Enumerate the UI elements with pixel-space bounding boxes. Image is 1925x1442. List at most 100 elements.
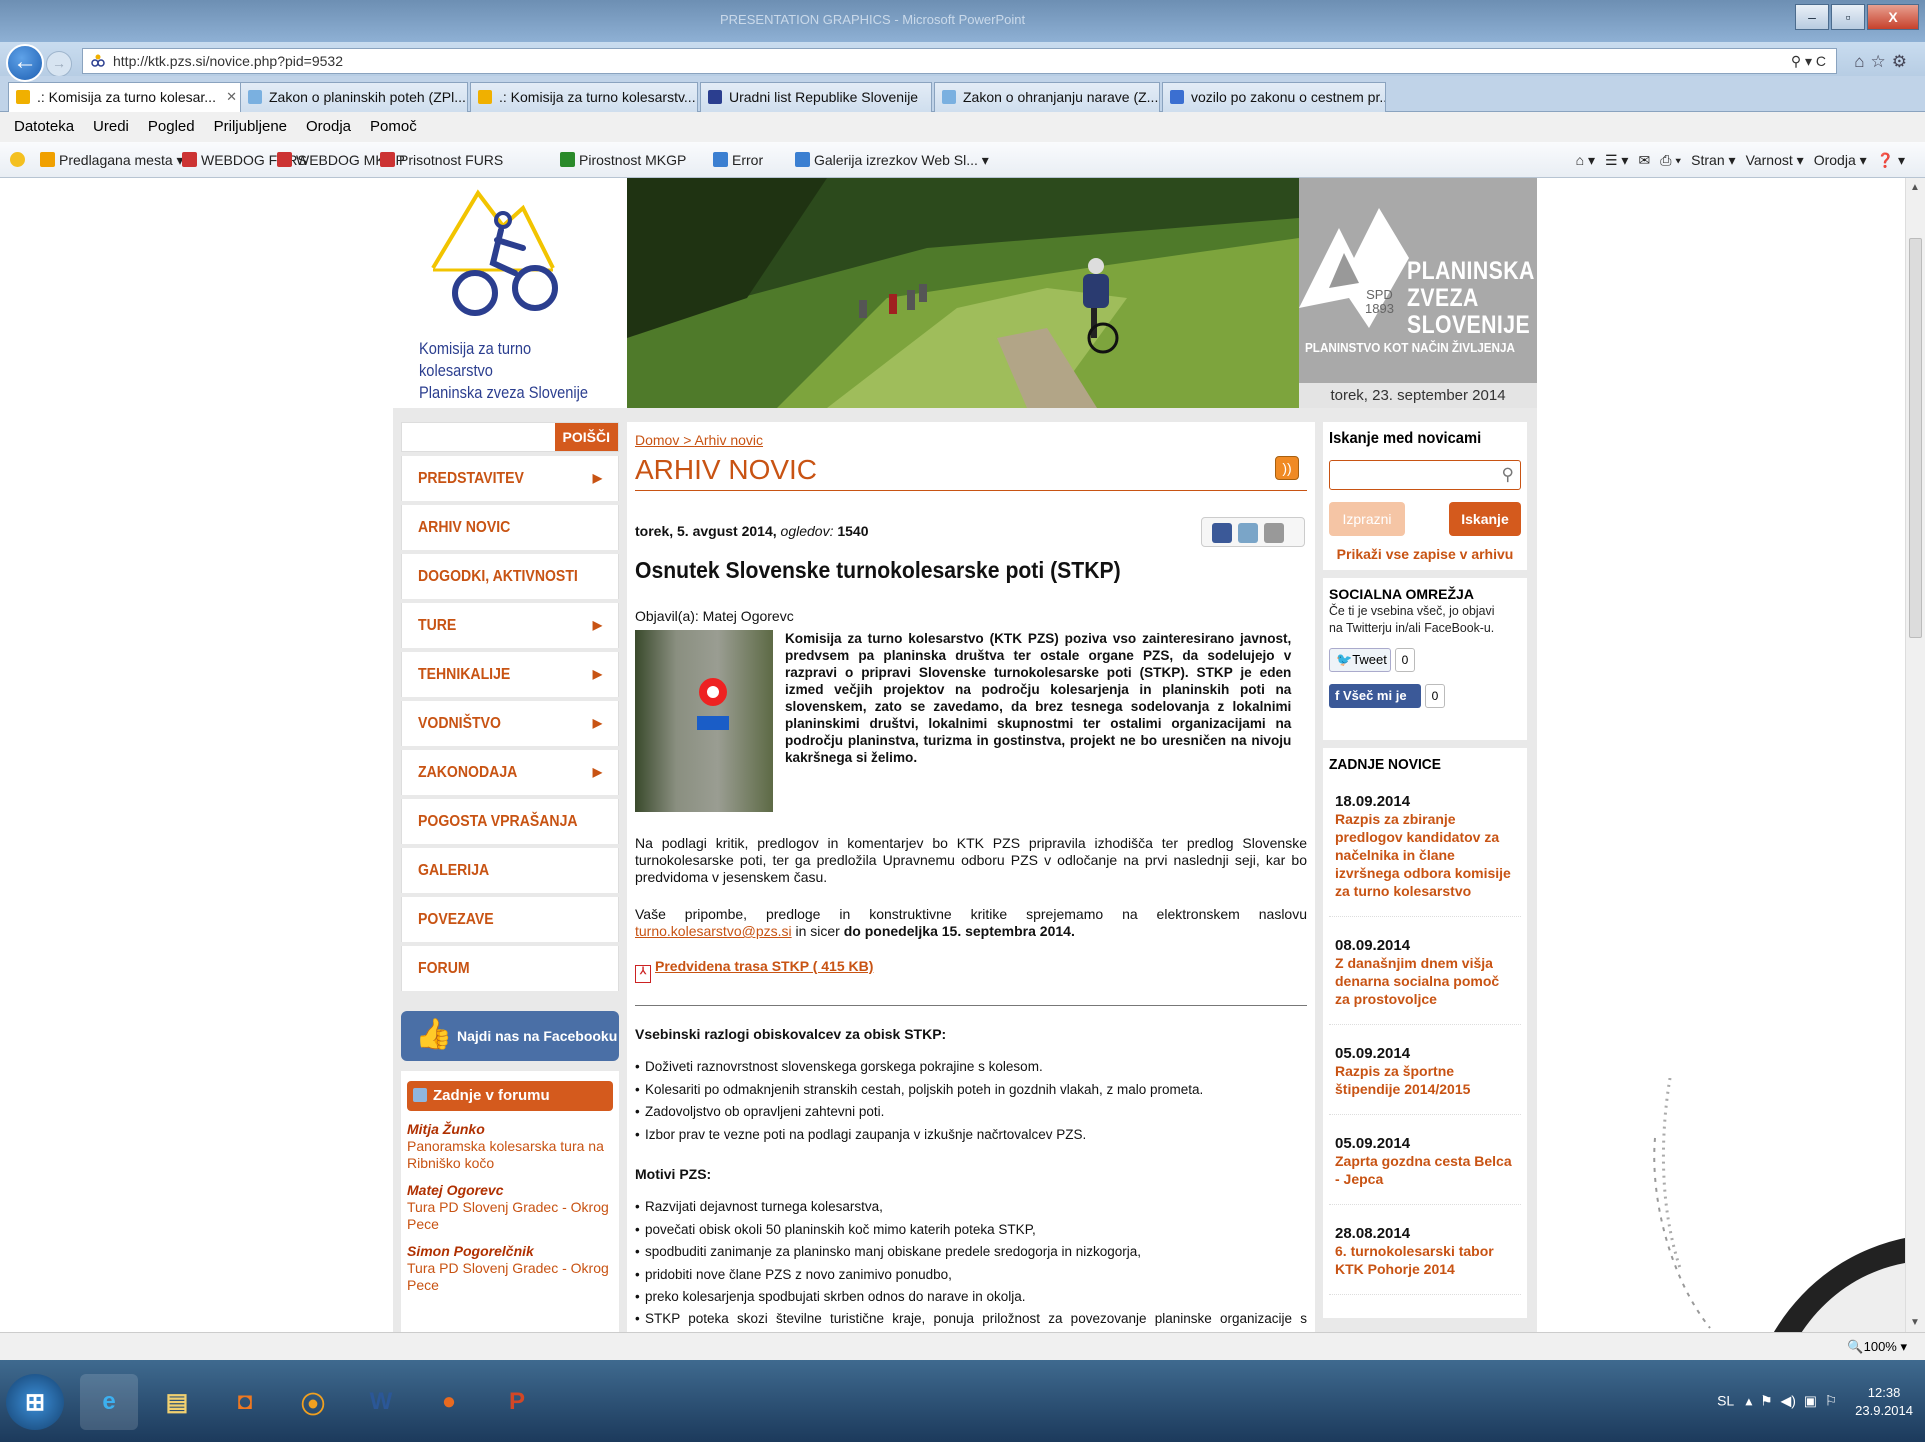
zoom-level[interactable]: 🔍100% ▾ — [1847, 1333, 1907, 1361]
menu-item-5[interactable]: Orodja — [306, 118, 351, 135]
tray-icons[interactable]: ▴ ⚑ ◀) ▣ ⚐ — [1738, 1393, 1837, 1409]
menu-item-6[interactable]: Pomoč — [370, 118, 417, 135]
favorite-item-4[interactable]: Prisotnost FURS — [380, 142, 503, 178]
nav-item-6[interactable]: VODNIŠTVO ▶ — [401, 701, 619, 746]
forum-post-author[interactable]: Matej Ogorevc — [407, 1182, 613, 1199]
news-title-link[interactable]: Razpis za zbiranje predlogov kandidatov … — [1335, 810, 1515, 900]
app-icon[interactable]: ⦿ — [284, 1374, 342, 1430]
trail-marker-photo[interactable] — [635, 630, 773, 812]
menu-item-4[interactable]: Priljubljene — [214, 118, 287, 135]
site-search-button[interactable]: POIŠČI — [554, 423, 618, 451]
print-icon[interactable] — [1264, 523, 1284, 543]
firefox-icon[interactable]: ● — [420, 1374, 478, 1430]
forum-post-author[interactable]: Simon Pogorelčnik — [407, 1243, 613, 1260]
nav-item-2[interactable]: ARHIV NOVIC — [401, 505, 619, 550]
command-item-8[interactable]: ❓ ▾ — [1877, 152, 1905, 168]
news-item[interactable]: 18.09.2014 Razpis za zbiranje predlogov k… — [1329, 793, 1521, 917]
tab-5[interactable]: Zakon o ohranjanju narave (Z... — [934, 82, 1160, 112]
nav-item-9[interactable]: GALERIJA — [401, 848, 619, 893]
file-explorer-icon[interactable]: ▤ — [148, 1374, 206, 1430]
news-title-link[interactable]: Razpis za športne štipendije 2014/2015 — [1335, 1062, 1515, 1098]
nav-item-7[interactable]: ZAKONODAJA ▶ — [401, 750, 619, 795]
nav-item-4[interactable]: TURE ▶ — [401, 603, 619, 648]
pzs-banner[interactable]: SPD 1893 PLANINSKA ZVEZA SLOVENIJE PLANINST… — [1299, 178, 1537, 408]
command-item-3[interactable]: ✉ — [1638, 152, 1650, 168]
clear-button[interactable]: Izprazni — [1329, 502, 1405, 536]
command-item-1[interactable]: ⌂ ▾ — [1576, 152, 1595, 168]
menu-item-1[interactable]: Datoteka — [14, 118, 74, 135]
word-icon[interactable]: W — [352, 1374, 410, 1430]
tab-3[interactable]: .: Komisija za turno kolesarstv... — [470, 82, 698, 112]
favorite-item-6[interactable]: Error — [713, 142, 763, 178]
search-icon[interactable]: ⚲ — [1502, 465, 1514, 485]
forum-post[interactable]: Simon Pogorelčnik Tura PD Slovenj Gradec … — [407, 1243, 613, 1294]
site-logo[interactable]: Komisija za turno kolesarstvo Planinska … — [393, 178, 627, 408]
nav-item-3[interactable]: DOGODKI, AKTIVNOSTI — [401, 554, 619, 599]
forum-post-author[interactable]: Mitja Žunko — [407, 1121, 613, 1138]
command-item-2[interactable]: ☰ ▾ — [1605, 152, 1628, 168]
nav-item-11[interactable]: FORUM — [401, 946, 619, 991]
command-item-6[interactable]: Varnost ▾ — [1746, 152, 1804, 168]
news-item[interactable]: 08.09.2014 Z današnjim dnem višja denarna… — [1329, 937, 1521, 1025]
tab-close-icon[interactable]: ✕ — [226, 83, 237, 111]
menu-item-2[interactable]: Uredi — [93, 118, 129, 135]
forum-post[interactable]: Matej Ogorevc Tura PD Slovenj Gradec - Ok… — [407, 1182, 613, 1233]
site-search-input[interactable]: POIŠČI — [401, 422, 619, 452]
tab-4[interactable]: Uradni list Republike Slovenije — [700, 82, 932, 112]
favorite-item-7[interactable]: Galerija izrezkov Web Sl... ▾ — [795, 142, 989, 178]
news-item[interactable]: 05.09.2014 Zaprta gozdna cesta Belca - Je… — [1329, 1135, 1521, 1205]
internet-explorer-icon[interactable]: e — [80, 1374, 138, 1430]
command-item-7[interactable]: Orodja ▾ — [1814, 152, 1867, 168]
start-button[interactable]: ⊞ — [6, 1374, 64, 1430]
back-button[interactable]: ← — [6, 44, 44, 82]
home-star-gear-icons[interactable]: ⌂☆⚙ — [1854, 52, 1913, 72]
favorite-item-5[interactable]: Pirostnost MKGP — [560, 142, 686, 178]
pdf-link[interactable]: ⅄ Predvidena trasa STKP ( 415 KB) — [635, 958, 1307, 983]
tab-6[interactable]: vozilo po zakonu o cestnem pr... — [1162, 82, 1386, 112]
nav-item-1[interactable]: PREDSTAVITEV ▶ — [401, 456, 619, 501]
news-title-link[interactable]: 6. turnokolesarski tabor KTK Pohorje 201… — [1335, 1242, 1515, 1278]
forum-post-topic[interactable]: Tura PD Slovenj Gradec - Okrog Pece — [407, 1199, 613, 1233]
scroll-thumb[interactable] — [1909, 238, 1922, 638]
command-item-4[interactable]: ⎙ ▾ — [1660, 152, 1681, 168]
nav-item-5[interactable]: TEHNIKALIJE ▶ — [401, 652, 619, 697]
scroll-down-icon[interactable]: ▼ — [1910, 1317, 1920, 1328]
search-button[interactable]: Iskanje — [1449, 502, 1521, 536]
media-player-icon[interactable]: ◘ — [216, 1374, 274, 1430]
news-item[interactable]: 28.08.2014 6. turnokolesarski tabor KTK P… — [1329, 1225, 1521, 1295]
tweet-button[interactable]: 🐦Tweet — [1329, 648, 1391, 672]
facebook-share-icon[interactable] — [1212, 523, 1232, 543]
rss-icon[interactable]: )) — [1275, 456, 1299, 480]
forum-post-topic[interactable]: Tura PD Slovenj Gradec - Okrog Pece — [407, 1260, 613, 1294]
minimize-button[interactable]: – — [1795, 4, 1829, 30]
address-controls[interactable]: ⚲ ▾ C — [1791, 49, 1826, 73]
clock[interactable]: 12:38 23.9.2014 — [1855, 1384, 1913, 1420]
news-title-link[interactable]: Z današnjim dnem višja denarna socialna … — [1335, 954, 1515, 1008]
vertical-scrollbar[interactable]: ▲ ▼ — [1905, 178, 1925, 1332]
nav-item-8[interactable]: POGOSTA VPRAŠANJA — [401, 799, 619, 844]
news-item[interactable]: 05.09.2014 Razpis za športne štipendije 2… — [1329, 1045, 1521, 1115]
news-search-input[interactable]: ⚲ — [1329, 460, 1521, 490]
tab-2[interactable]: Zakon o planinskih poteh (ZPl... — [240, 82, 468, 112]
forum-post-topic[interactable]: Panoramska kolesarska tura na Ribniško ko… — [407, 1138, 613, 1172]
facebook-box[interactable]: 👍 Najdi nas na Facebooku — [401, 1011, 619, 1061]
breadcrumb-current-link[interactable]: Arhiv novic — [695, 432, 763, 448]
archive-link[interactable]: Prikaži vse zapise v arhivu — [1329, 546, 1521, 562]
favorites-star-icon[interactable] — [10, 142, 29, 178]
breadcrumb-home-link[interactable]: Domov — [635, 432, 679, 448]
powerpoint-icon[interactable]: P — [488, 1374, 546, 1430]
like-button[interactable]: f Všeč mi je — [1329, 684, 1421, 708]
close-button[interactable]: X — [1867, 4, 1919, 30]
scroll-up-icon[interactable]: ▲ — [1910, 182, 1920, 193]
address-bar[interactable]: http://ktk.pzs.si/novice.php?pid=9532 ⚲ … — [82, 48, 1837, 74]
language-indicator[interactable]: SL — [1717, 1393, 1734, 1409]
news-title-link[interactable]: Zaprta gozdna cesta Belca - Jepca — [1335, 1152, 1515, 1188]
nav-item-10[interactable]: POVEZAVE — [401, 897, 619, 942]
favorite-item-1[interactable]: Predlagana mesta ▾ — [40, 142, 184, 178]
email-share-icon[interactable] — [1238, 523, 1258, 543]
command-item-5[interactable]: Stran ▾ — [1691, 152, 1735, 168]
forum-post[interactable]: Mitja Žunko Panoramska kolesarska tura na… — [407, 1121, 613, 1172]
email-link[interactable]: turno.kolesarstvo@pzs.si — [635, 923, 792, 939]
tab-1[interactable]: .: Komisija za turno kolesar... ✕ — [8, 82, 246, 112]
maximize-button[interactable]: ▫ — [1831, 4, 1865, 30]
